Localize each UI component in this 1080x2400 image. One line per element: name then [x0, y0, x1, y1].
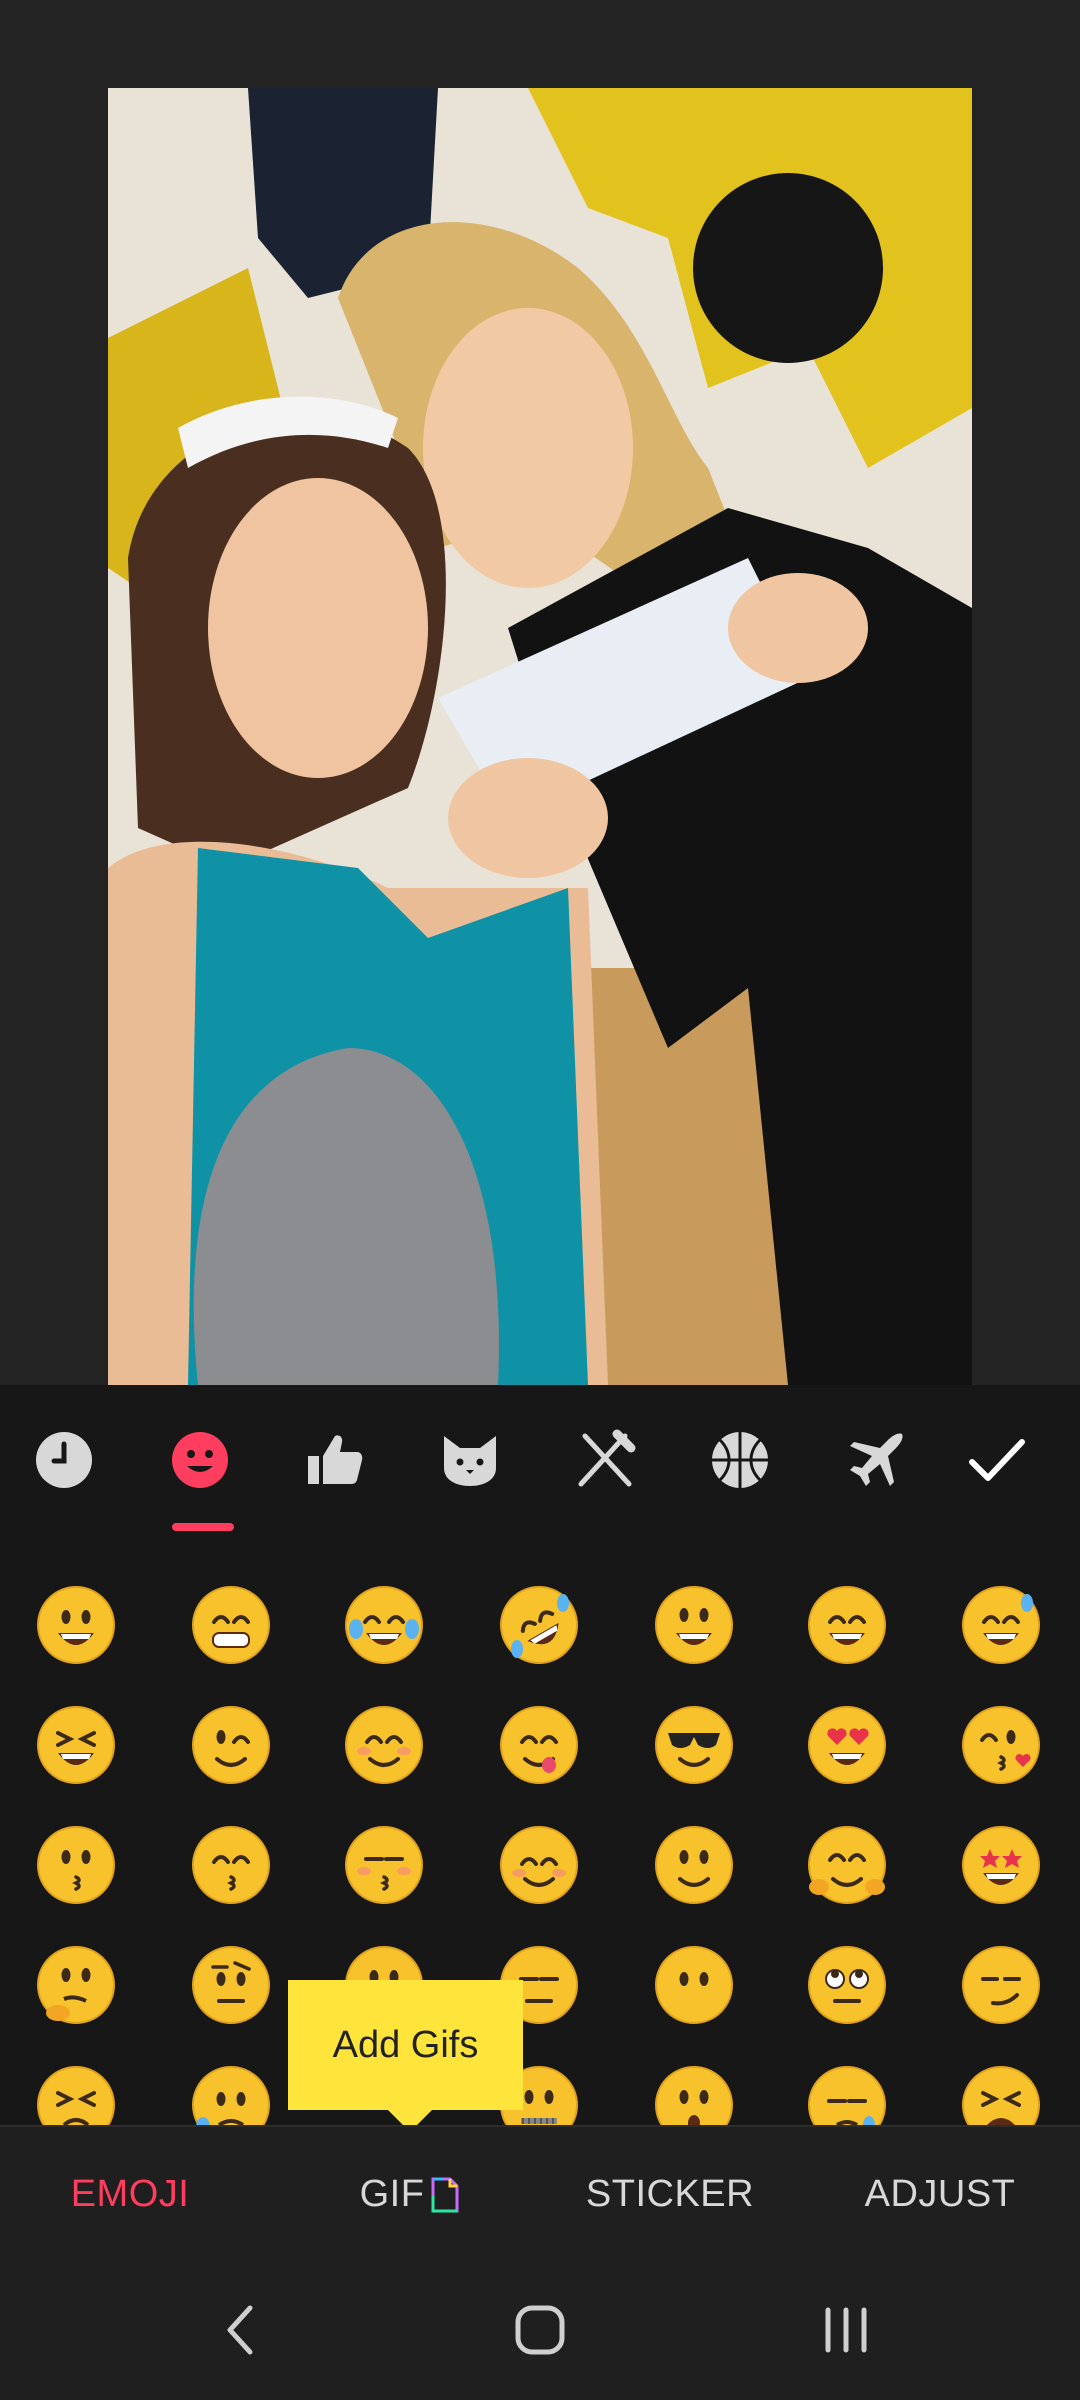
emoji-raised-eyebrow[interactable]	[181, 1935, 281, 2035]
editor-tab-bar: EMOJI GIF STICKER ADJUST	[0, 2125, 1080, 2262]
tab-adjust[interactable]: ADJUST	[850, 2127, 1030, 2262]
emoji-wink[interactable]	[181, 1695, 281, 1795]
emoji-tears-of-joy[interactable]	[334, 1575, 434, 1675]
checkmark-icon[interactable]	[956, 1420, 1036, 1500]
fork-knife-icon[interactable]	[565, 1420, 645, 1500]
emoji-no-mouth[interactable]	[644, 1935, 744, 2035]
emoji-sunglasses[interactable]	[644, 1695, 744, 1795]
tab-sticker[interactable]: STICKER	[570, 2127, 770, 2262]
emoji-hugging[interactable]	[797, 1815, 897, 1915]
emoji-grid	[0, 1535, 1080, 2125]
tab-gif-label: GIF	[359, 2173, 425, 2215]
emoji-thinking[interactable]	[26, 1935, 126, 2035]
emoji-grinning[interactable]	[26, 1575, 126, 1675]
emoji-category-bar	[0, 1385, 1080, 1535]
tooltip-text: Add Gifs	[332, 2023, 479, 2066]
emoji-yum[interactable]	[489, 1695, 589, 1795]
emoji-sweat-smile[interactable]	[951, 1575, 1051, 1675]
emoji-panel	[0, 1385, 1080, 2125]
editor-canvas	[0, 0, 1080, 1385]
cat-icon[interactable]	[430, 1420, 510, 1500]
smiley-icon[interactable]	[160, 1420, 240, 1500]
emoji-eye-roll[interactable]	[797, 1935, 897, 2035]
emoji-sleepy[interactable]	[797, 2055, 897, 2125]
tab-emoji[interactable]: EMOJI	[40, 2127, 220, 2262]
emoji-kissing-smiling-eyes[interactable]	[181, 1815, 281, 1915]
emoji-rofl[interactable]	[489, 1575, 589, 1675]
gif-file-icon	[431, 2177, 459, 2212]
emoji-hushed[interactable]	[644, 2055, 744, 2125]
system-navigation-bar	[0, 2260, 1080, 2400]
emoji-tired[interactable]	[951, 2055, 1051, 2125]
emoji-persevering[interactable]	[26, 2055, 126, 2125]
airplane-icon[interactable]	[836, 1420, 916, 1500]
home-icon[interactable]	[500, 2290, 580, 2370]
selfie-photo[interactable]	[108, 88, 972, 1385]
emoji-grinning-big-eyes[interactable]	[644, 1575, 744, 1675]
emoji-grinning-smiling-eyes[interactable]	[797, 1575, 897, 1675]
thumbs-up-icon[interactable]	[294, 1420, 374, 1500]
clock-icon[interactable]	[24, 1420, 104, 1500]
emoji-heart-eyes[interactable]	[797, 1695, 897, 1795]
recent-apps-icon[interactable]	[806, 2290, 886, 2370]
tab-emoji-label: EMOJI	[70, 2173, 190, 2215]
emoji-blush[interactable]	[334, 1695, 434, 1795]
add-gifs-tooltip[interactable]: Add Gifs	[288, 1980, 523, 2132]
tab-gif[interactable]: GIF	[330, 2127, 490, 2262]
emoji-kiss-heart[interactable]	[951, 1695, 1051, 1795]
emoji-relaxed[interactable]	[489, 1815, 589, 1915]
emoji-squinting-laugh[interactable]	[26, 1695, 126, 1795]
active-category-indicator	[172, 1523, 234, 1531]
basketball-icon[interactable]	[700, 1420, 780, 1500]
emoji-smirk[interactable]	[951, 1935, 1051, 2035]
back-icon[interactable]	[200, 2290, 280, 2370]
emoji-slight-smile[interactable]	[644, 1815, 744, 1915]
tab-sticker-label: STICKER	[585, 2173, 755, 2215]
emoji-sad-sweat[interactable]	[181, 2055, 281, 2125]
tab-adjust-label: ADJUST	[864, 2173, 1016, 2215]
emoji-kissing-closed-eyes[interactable]	[334, 1815, 434, 1915]
emoji-kissing[interactable]	[26, 1815, 126, 1915]
emoji-beaming[interactable]	[181, 1575, 281, 1675]
emoji-star-struck[interactable]	[951, 1815, 1051, 1915]
